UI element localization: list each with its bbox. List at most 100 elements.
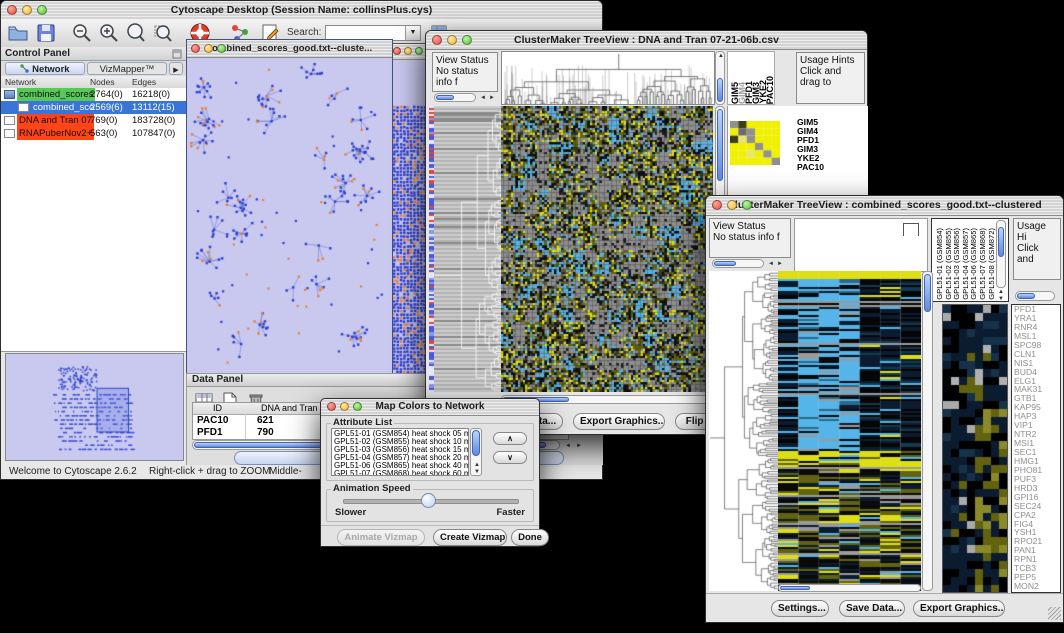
zoom-button[interactable]	[37, 5, 47, 15]
network-row[interactable]: DNA and Tran 07 769(0) 183728(0)	[1, 114, 186, 127]
gene-item[interactable]: GPI16	[1014, 493, 1060, 502]
gene-item[interactable]: GTB1	[1014, 394, 1060, 403]
move-up-button[interactable]: ∧	[493, 432, 527, 445]
minimize-button[interactable]	[340, 402, 349, 411]
network-row[interactable]: combined_scores 2764(0) 16218(0)	[1, 88, 186, 101]
gene-item[interactable]: HAP3	[1014, 412, 1060, 421]
heatmap-vscrollbar[interactable]	[922, 271, 933, 591]
heatmap-canvas[interactable]	[501, 106, 713, 392]
mini-heatmap-canvas[interactable]	[730, 121, 780, 165]
scroll-right-icon[interactable]: ►	[777, 260, 783, 268]
gene-item[interactable]: RPO21	[1014, 537, 1060, 546]
column-label[interactable]: GPL51-01 (GSM854)	[935, 228, 944, 300]
zoom-in-icon[interactable]	[98, 22, 120, 44]
gene-item[interactable]: YSH1	[1014, 528, 1060, 537]
row-dendrogram-canvas[interactable]	[709, 271, 778, 591]
scroll-up-icon[interactable]: ▲	[718, 52, 724, 60]
speed-slider-thumb[interactable]	[421, 493, 436, 508]
gene-item[interactable]: BUD4	[1014, 368, 1060, 377]
scrollbar-thumb[interactable]	[1017, 293, 1035, 299]
zoom-button[interactable]	[415, 47, 423, 55]
gene-item[interactable]: PHO81	[1014, 466, 1060, 475]
column-dendrogram-area[interactable]	[794, 218, 928, 272]
column-dendrogram-canvas[interactable]	[501, 51, 715, 105]
gene-item[interactable]: NIS1	[1014, 359, 1060, 368]
export-graphics-button[interactable]: Export Graphics...	[573, 413, 665, 430]
row-dendrogram-canvas[interactable]	[434, 106, 501, 392]
animate-vizmap-button[interactable]: Animate Vizmap	[337, 529, 425, 546]
scroll-right-icon[interactable]: ►	[489, 94, 495, 102]
scrollbar-thumb[interactable]	[714, 261, 736, 266]
search-dropdown-arrow[interactable]: ▼	[405, 26, 420, 40]
column-label[interactable]: PAC10	[765, 76, 772, 104]
close-button[interactable]	[327, 402, 336, 411]
done-button[interactable]: Done	[511, 529, 549, 546]
create-vizmap-button[interactable]: Create Vizmap	[433, 529, 507, 546]
gene-item[interactable]: SEC1	[1014, 448, 1060, 457]
zoom-button[interactable]	[217, 44, 226, 53]
gene-item[interactable]: MSI1	[1014, 439, 1060, 448]
view-status-hscrollbar[interactable]	[434, 93, 476, 102]
tab-vizmapper[interactable]: VizMapper™	[87, 62, 167, 75]
close-button[interactable]	[7, 5, 17, 15]
scrollbar-thumb[interactable]	[436, 95, 454, 100]
zoom-heatmap-canvas[interactable]	[942, 304, 1008, 593]
gene-item[interactable]: PAN1	[1014, 546, 1060, 555]
open-folder-icon[interactable]	[7, 22, 29, 44]
gene-item[interactable]: FIG4	[1014, 520, 1060, 529]
zoom-button[interactable]	[353, 402, 362, 411]
minimize-button[interactable]	[727, 200, 737, 210]
close-button[interactable]	[393, 47, 401, 55]
gene-item[interactable]: HRD3	[1014, 484, 1060, 493]
column-label[interactable]: PFD1	[744, 81, 751, 104]
gene-item[interactable]: PEP5	[1014, 573, 1060, 582]
minimize-button[interactable]	[447, 35, 457, 45]
view-status-hscrollbar[interactable]	[712, 259, 764, 268]
gene-item[interactable]: VIP1	[1014, 421, 1060, 430]
export-graphics-button[interactable]: Export Graphics...	[913, 600, 1005, 617]
column-label[interactable]: GPL51-03 (GSM856)	[952, 228, 961, 300]
zoom-out-icon[interactable]	[71, 22, 93, 44]
gene-item[interactable]: RNR4	[1014, 323, 1060, 332]
column-label[interactable]: YKE2	[758, 80, 765, 104]
network-view-canvas[interactable]	[190, 60, 387, 370]
zoom-selected-icon[interactable]	[125, 22, 147, 44]
column-label[interactable]: GPL51-07 (GSM868)	[978, 228, 987, 300]
scroll-left-icon[interactable]: ◄	[768, 260, 774, 268]
gene-item[interactable]: CLN1	[1014, 350, 1060, 359]
gene-item[interactable]: KAP95	[1014, 403, 1060, 412]
network-overview-canvas[interactable]	[6, 354, 181, 458]
scrollbar-thumb[interactable]	[780, 586, 810, 590]
labels-vscrollbar[interactable]	[996, 220, 1006, 288]
network-row[interactable]: RNAPuberNov2+ 563(0) 107847(0)	[1, 127, 186, 140]
close-button[interactable]	[432, 35, 442, 45]
scrollbar-thumb[interactable]	[717, 78, 723, 102]
gene-item[interactable]: MON2	[1014, 582, 1060, 591]
column-label[interactable]: GPL51-06 (GSM865)	[969, 228, 978, 300]
zoom-button[interactable]	[462, 35, 472, 45]
col-id[interactable]: ID	[213, 403, 222, 413]
scroll-right-icon[interactable]: ►	[576, 442, 582, 450]
minimize-button[interactable]	[404, 47, 412, 55]
heatmap-hscrollbar[interactable]	[778, 584, 921, 592]
minimize-button[interactable]	[204, 44, 213, 53]
col-network[interactable]: Network	[5, 77, 36, 87]
save-icon[interactable]	[35, 22, 57, 44]
column-label[interactable]: GPL51-08 (GSM872)	[987, 228, 996, 300]
scrollbar-thumb[interactable]	[472, 430, 480, 456]
close-button[interactable]	[191, 44, 200, 53]
col-edges[interactable]: Edges	[132, 77, 156, 87]
move-down-button[interactable]: ∨	[493, 451, 527, 464]
scrollbar-thumb[interactable]	[924, 274, 931, 312]
gene-item[interactable]: PFD1	[1014, 305, 1060, 314]
network-row[interactable]: combined_sco 2569(6) 13112(15)	[1, 101, 186, 114]
minimize-button[interactable]	[22, 5, 32, 15]
gene-item[interactable]: PUF3	[1014, 475, 1060, 484]
gene-item[interactable]: MAK31	[1014, 385, 1060, 394]
map-colors-titlebar[interactable]: Map Colors to Network	[321, 399, 539, 416]
resize-grip[interactable]	[1048, 607, 1061, 620]
column-label[interactable]: GIM5	[730, 82, 737, 104]
col-nodes[interactable]: Nodes	[90, 77, 115, 87]
scroll-down-icon[interactable]: ▼	[474, 468, 480, 476]
treeview-combined-titlebar[interactable]: ClusterMaker TreeView : combined_scores_…	[706, 196, 1063, 216]
